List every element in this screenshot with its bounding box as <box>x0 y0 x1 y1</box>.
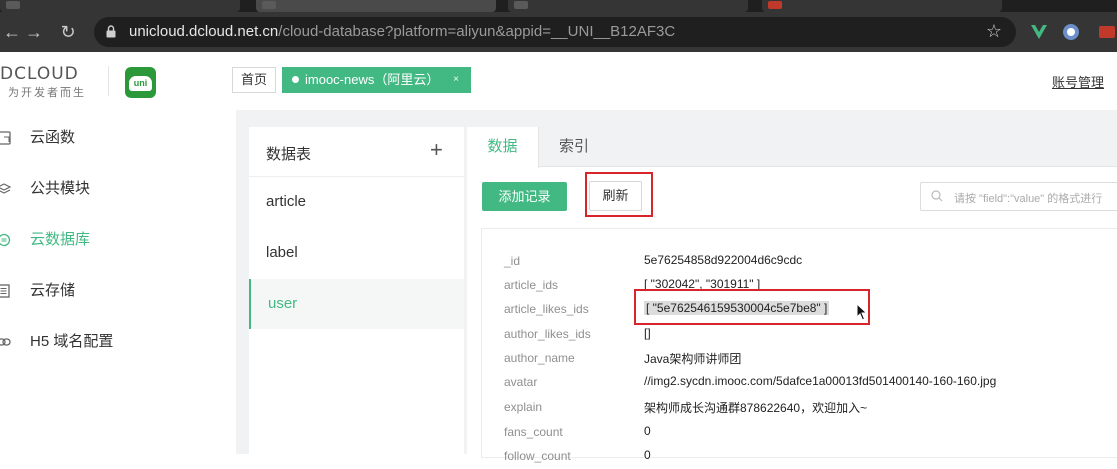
browser-tab[interactable] <box>508 0 748 12</box>
layers-icon <box>0 183 12 194</box>
field-key: fans_count <box>504 425 563 439</box>
browser-tab[interactable] <box>762 0 1002 12</box>
tab-data[interactable]: 数据 <box>467 127 539 168</box>
tables-panel: 数据表 + article label user <box>249 127 464 454</box>
field-value[interactable]: Java架构师讲师团 <box>644 350 741 367</box>
extension-circle-icon[interactable] <box>1061 22 1081 42</box>
field-key: follow_count <box>504 449 571 463</box>
database-icon <box>0 233 11 247</box>
sidebar-item-cloud-functions[interactable]: 云函数 <box>0 123 236 153</box>
field-key: avatar <box>504 375 538 389</box>
browser-tab-strip <box>0 0 1117 12</box>
search-icon <box>931 190 943 202</box>
mouse-cursor-icon <box>856 303 868 321</box>
sidebar: 云函数 公共模块 云数据库 云存储 H5 域名配置 <box>0 110 236 454</box>
add-record-button[interactable]: 添加记录 <box>482 182 567 211</box>
logo-tagline: 为开发者而生 <box>8 87 86 99</box>
record-field-row: fans_count 0 <box>482 421 1117 445</box>
dcloud-logo[interactable]: DCLOUD 为开发者而生 <box>0 64 100 100</box>
record-field-row: avatar //img2.sycdn.imooc.com/5dafce1a00… <box>482 371 1117 395</box>
table-item-article[interactable]: article <box>249 177 464 227</box>
search-placeholder: 请按 "field":"value" 的格式进行 <box>954 193 1103 205</box>
record-card: _id 5e76254858d922004d6c9cdc article_ids… <box>481 228 1117 463</box>
vue-devtools-extension-icon[interactable] <box>1029 22 1049 42</box>
account-management-link[interactable]: 账号管理 <box>1052 72 1104 91</box>
header-divider <box>108 66 109 96</box>
search-input[interactable]: 请按 "field":"value" 的格式进行 <box>920 182 1117 211</box>
sidebar-item-h5-domain[interactable]: H5 域名配置 <box>0 327 236 357</box>
home-tab[interactable]: 首页 <box>232 67 276 93</box>
field-key: author_name <box>504 351 575 365</box>
field-key: explain <box>504 400 543 414</box>
tables-header: 数据表 + <box>249 127 464 177</box>
field-key: article_likes_ids <box>504 302 589 316</box>
close-icon[interactable]: × <box>453 67 459 93</box>
field-value[interactable]: 0 <box>644 424 651 438</box>
back-icon[interactable]: ← <box>0 20 24 44</box>
extension-badge-icon[interactable] <box>1097 22 1117 42</box>
browser-toolbar: ← → ↻ unicloud.dcloud.net.cn/cloud-datab… <box>0 12 1117 52</box>
article-likes-highlight-box <box>634 289 870 325</box>
browser-tab[interactable] <box>0 0 240 12</box>
field-value[interactable]: 0 <box>644 448 651 462</box>
tables-title: 数据表 <box>266 146 312 163</box>
field-key: author_likes_ids <box>504 327 591 341</box>
address-bar[interactable]: unicloud.dcloud.net.cn/cloud-database?pl… <box>94 17 1016 47</box>
lock-icon <box>106 25 116 38</box>
table-item-user[interactable]: user <box>249 279 464 329</box>
status-dot-icon <box>292 76 299 83</box>
field-value[interactable]: //img2.sycdn.imooc.com/5dafce1a00013fd50… <box>644 374 996 388</box>
record-field-row: follow_count 0 <box>482 445 1117 469</box>
record-field-row: author_name Java架构师讲师团 <box>482 347 1117 371</box>
app-header: DCLOUD 为开发者而生 uni 首页 imooc-news（阿里云） × 账… <box>0 52 1117 110</box>
field-key: article_ids <box>504 278 559 292</box>
uni-logo-icon: uni <box>125 67 156 98</box>
reload-icon[interactable]: ↻ <box>56 20 80 44</box>
tab-index[interactable]: 索引 <box>559 127 589 167</box>
url-text: unicloud.dcloud.net.cn/cloud-database?pl… <box>129 23 676 40</box>
record-field-row: author_likes_ids [] <box>482 323 1117 347</box>
refresh-highlight-box <box>585 172 653 217</box>
add-table-icon[interactable]: + <box>430 137 443 163</box>
field-value[interactable]: [] <box>644 326 651 340</box>
link-icon <box>0 338 11 346</box>
cloud-function-icon <box>0 131 11 145</box>
sidebar-item-common-modules[interactable]: 公共模块 <box>0 174 236 204</box>
browser-tab[interactable] <box>256 0 496 12</box>
bookmark-star-icon[interactable]: ☆ <box>986 21 1002 42</box>
sidebar-item-cloud-database[interactable]: 云数据库 <box>0 225 236 255</box>
sidebar-item-cloud-storage[interactable]: 云存储 <box>0 276 236 306</box>
record-field-row: explain 架构师成长沟通群878622640，欢迎加入~ <box>482 396 1117 420</box>
table-item-label[interactable]: label <box>249 228 464 278</box>
space-tab[interactable]: imooc-news（阿里云） × <box>282 67 471 93</box>
field-value[interactable]: 5e76254858d922004d6c9cdc <box>644 253 802 267</box>
storage-icon <box>0 284 10 298</box>
field-key: _id <box>504 254 521 268</box>
content-tabs: 数据 索引 <box>467 127 1117 168</box>
field-value[interactable]: 架构师成长沟通群878622640，欢迎加入~ <box>644 399 867 416</box>
forward-icon[interactable]: → <box>22 20 46 44</box>
record-field-row: _id 5e76254858d922004d6c9cdc <box>482 250 1117 274</box>
